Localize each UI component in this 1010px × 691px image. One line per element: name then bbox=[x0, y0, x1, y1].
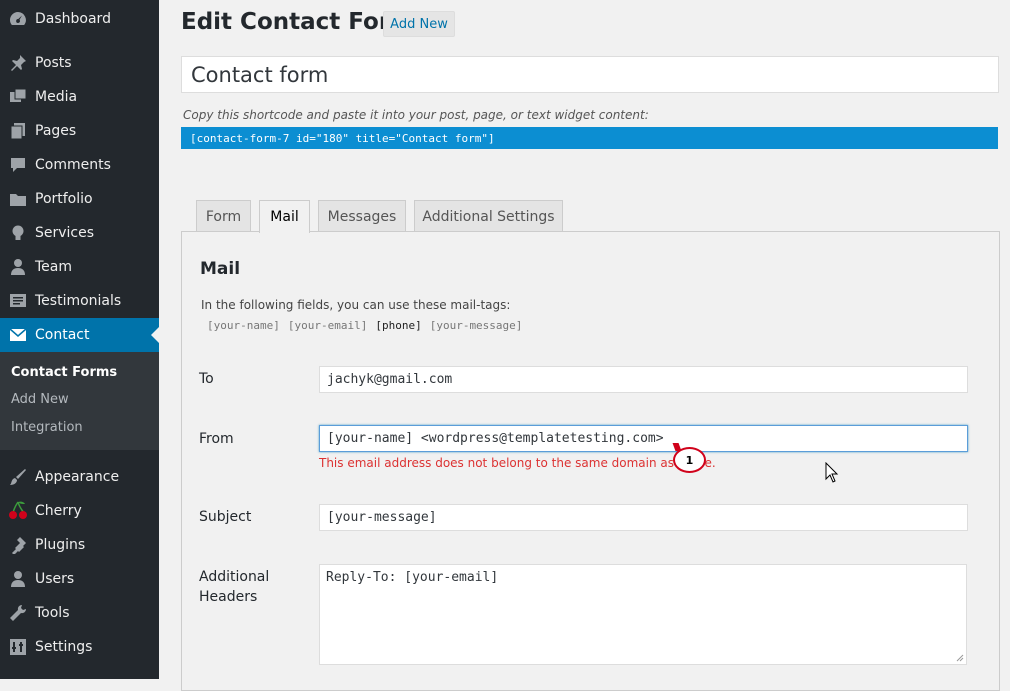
wrench-icon bbox=[8, 603, 28, 623]
lightbulb-icon bbox=[8, 223, 28, 243]
mail-panel: Mail In the following fields, you can us… bbox=[181, 231, 1000, 691]
sidebar-item-label: Pages bbox=[35, 123, 77, 139]
page-title: Edit Contact Form bbox=[181, 9, 415, 35]
mail-tag: [your-name] bbox=[207, 319, 280, 332]
media-icon bbox=[8, 87, 28, 107]
from-label: From bbox=[199, 431, 234, 447]
sidebar-item-label: Portfolio bbox=[35, 191, 93, 207]
sidebar-item-label: Settings bbox=[35, 639, 93, 655]
to-field[interactable]: jachyk@gmail.com bbox=[319, 366, 968, 393]
contact-submenu: Contact Forms Add New Integration bbox=[0, 352, 159, 450]
add-new-button[interactable]: Add New bbox=[383, 11, 455, 37]
sidebar-item-users[interactable]: Users bbox=[0, 562, 159, 596]
to-label: To bbox=[199, 371, 214, 387]
sidebar-item-label: Comments bbox=[35, 157, 111, 173]
sidebar-item-label: Media bbox=[35, 89, 78, 105]
from-error-message: This email address does not belong to th… bbox=[319, 456, 716, 470]
sidebar-item-tools[interactable]: Tools bbox=[0, 596, 159, 630]
mail-icon bbox=[8, 325, 28, 345]
pin-icon bbox=[8, 53, 28, 73]
sidebar-item-label: Posts bbox=[35, 55, 72, 71]
additional-headers-textarea[interactable]: Reply-To: [your-email] bbox=[319, 564, 967, 665]
sidebar-item-label: Plugins bbox=[35, 537, 86, 553]
additional-headers-value: Reply-To: [your-email] bbox=[326, 570, 499, 585]
tab-additional-settings[interactable]: Additional Settings bbox=[414, 200, 563, 232]
shortcode-description: Copy this shortcode and paste it into yo… bbox=[183, 108, 649, 122]
team-icon bbox=[8, 257, 28, 277]
sidebar-item-label: Services bbox=[35, 225, 95, 241]
from-field[interactable]: [your-name] <wordpress@templatetesting.c… bbox=[319, 425, 968, 452]
brush-icon bbox=[8, 467, 28, 487]
tab-messages[interactable]: Messages bbox=[318, 200, 406, 232]
from-error-text-end: e. bbox=[704, 456, 716, 470]
mail-tag: [your-message] bbox=[429, 319, 523, 332]
mail-tags-list: [your-name] [your-email] [phone] [your-m… bbox=[207, 319, 522, 332]
testimonial-icon bbox=[8, 291, 28, 311]
sidebar-item-label: Users bbox=[35, 571, 75, 587]
sidebar-item-label: Cherry bbox=[35, 503, 82, 519]
sidebar-item-label: Testimonials bbox=[35, 293, 122, 309]
subject-label: Subject bbox=[199, 509, 252, 525]
sidebar-item-label: Contact bbox=[35, 327, 90, 343]
submenu-add-new[interactable]: Add New bbox=[11, 392, 69, 407]
mail-tag: [phone] bbox=[375, 319, 422, 332]
sidebar-item-label: Tools bbox=[35, 605, 70, 621]
pages-icon bbox=[8, 121, 28, 141]
sidebar-item-cherry[interactable]: Cherry bbox=[0, 494, 159, 528]
resize-handle-icon[interactable] bbox=[955, 653, 964, 662]
sidebar-item-label: Appearance bbox=[35, 469, 120, 485]
plugin-icon bbox=[8, 535, 28, 555]
tab-mail[interactable]: Mail bbox=[259, 200, 310, 233]
mouse-cursor-icon bbox=[825, 462, 839, 483]
mail-tag: [your-email] bbox=[287, 319, 368, 332]
comment-icon bbox=[8, 155, 28, 175]
sidebar-item-posts[interactable]: Posts bbox=[0, 46, 159, 80]
submenu-contact-forms[interactable]: Contact Forms bbox=[11, 365, 117, 380]
settings-icon bbox=[8, 637, 28, 657]
sidebar-item-testimonials[interactable]: Testimonials bbox=[0, 284, 159, 318]
tab-form[interactable]: Form bbox=[196, 200, 251, 232]
sidebar-item-plugins[interactable]: Plugins bbox=[0, 528, 159, 562]
annotation-callout: 1 bbox=[673, 447, 706, 473]
sidebar-item-team[interactable]: Team bbox=[0, 250, 159, 284]
sidebar-item-services[interactable]: Services bbox=[0, 216, 159, 250]
sidebar-item-portfolio[interactable]: Portfolio bbox=[0, 182, 159, 216]
user-icon bbox=[8, 569, 28, 589]
sidebar-item-media[interactable]: Media bbox=[0, 80, 159, 114]
main-content: Edit Contact Form Add New Contact form C… bbox=[159, 0, 1010, 691]
shortcode-field[interactable]: [contact-form-7 id="180" title="Contact … bbox=[181, 127, 998, 149]
sidebar-item-contact[interactable]: Contact bbox=[0, 318, 159, 352]
submenu-integration[interactable]: Integration bbox=[11, 420, 83, 435]
additional-headers-label: Additional bbox=[199, 569, 270, 585]
sidebar-item-label: Dashboard bbox=[35, 11, 111, 27]
sidebar-item-settings[interactable]: Settings bbox=[0, 630, 159, 664]
from-error-text: This email address does not belong to th… bbox=[319, 456, 683, 470]
mail-heading: Mail bbox=[200, 259, 241, 279]
cherry-icon bbox=[8, 501, 28, 521]
sidebar-item-comments[interactable]: Comments bbox=[0, 148, 159, 182]
mail-tags-description: In the following fields, you can use the… bbox=[201, 298, 511, 312]
sidebar-item-pages[interactable]: Pages bbox=[0, 114, 159, 148]
form-title-input[interactable]: Contact form bbox=[181, 56, 999, 93]
folder-icon bbox=[8, 189, 28, 209]
additional-headers-label-line2: Headers bbox=[199, 589, 258, 605]
sidebar-item-dashboard[interactable]: Dashboard bbox=[0, 2, 159, 36]
dashboard-icon bbox=[8, 9, 28, 29]
sidebar-item-label: Team bbox=[35, 259, 73, 275]
sidebar-item-appearance[interactable]: Appearance bbox=[0, 460, 159, 494]
admin-sidebar: Dashboard Posts Media Pages Comments Por… bbox=[0, 0, 159, 679]
subject-field[interactable]: [your-message] bbox=[319, 504, 968, 531]
